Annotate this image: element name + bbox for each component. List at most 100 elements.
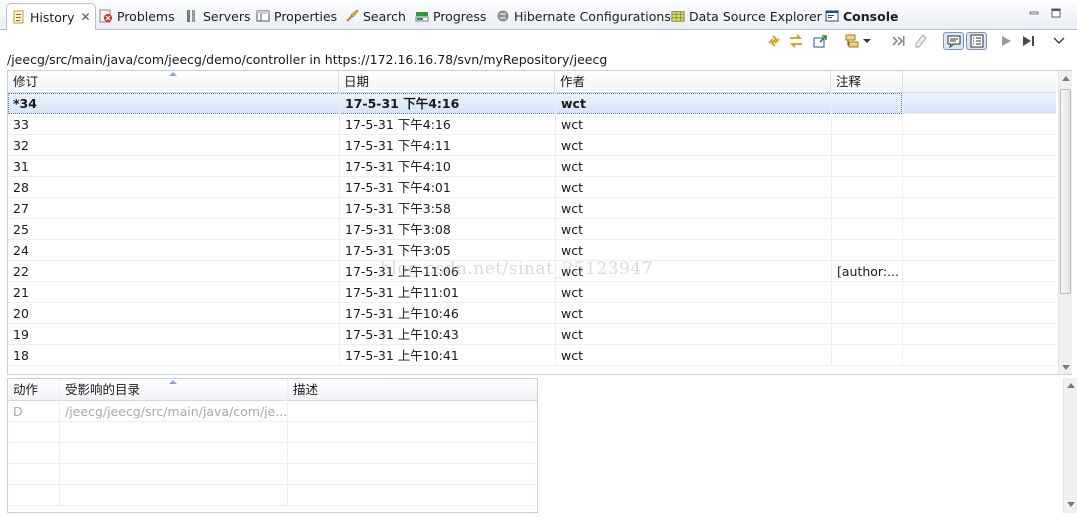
tab-properties-label: Properties xyxy=(274,8,338,24)
column-header-action[interactable]: 动作 xyxy=(8,379,59,401)
compare-mode-icon[interactable] xyxy=(787,32,805,50)
history-toolbar xyxy=(0,30,1077,52)
tab-properties[interactable]: Properties xyxy=(256,4,337,28)
tab-history-label: History xyxy=(30,9,75,25)
comment-cell: [author:... xyxy=(831,261,903,282)
description-cell xyxy=(287,401,537,422)
comment-cell xyxy=(831,177,903,198)
table-row[interactable]: 19 17-5-31 上午10:43 wct xyxy=(8,324,1056,345)
collapse-all-icon[interactable] xyxy=(889,32,907,50)
table-row xyxy=(8,443,537,464)
comment-cell xyxy=(831,93,903,114)
action-cell: D xyxy=(13,404,23,419)
comment-cell xyxy=(831,114,903,135)
comment-cell xyxy=(831,324,903,345)
view-tab-bar: History ✕ Problems Servers Properties Se… xyxy=(0,0,1077,30)
table-row[interactable]: D /jeecg/jeecg/src/main/java/com/je... xyxy=(8,401,537,422)
column-header-author[interactable]: 作者 xyxy=(555,71,831,93)
path-cell: /jeecg/jeecg/src/main/java/com/je... xyxy=(59,401,287,422)
tab-console[interactable]: Console xyxy=(825,4,898,28)
author-cell: wct xyxy=(555,282,831,303)
data-source-icon xyxy=(671,9,685,23)
comment-cell xyxy=(831,282,903,303)
tab-servers-label: Servers xyxy=(203,8,251,24)
close-icon[interactable]: ✕ xyxy=(80,10,90,24)
comment-cell xyxy=(831,345,903,366)
minimize-icon[interactable] xyxy=(1028,7,1040,19)
revision-cell: 24 xyxy=(13,243,29,258)
console-icon xyxy=(825,9,839,23)
tab-problems-label: Problems xyxy=(117,8,175,24)
tab-hibernate-label: Hibernate Configurations xyxy=(514,8,671,24)
date-cell: 17-5-31 上午10:46 xyxy=(339,303,555,324)
group-by-icon[interactable] xyxy=(843,32,861,50)
tab-servers[interactable]: Servers xyxy=(185,4,251,28)
affected-paths-table: 动作 受影响的目录 描述 D /jeecg/jeecg/src/main/jav… xyxy=(7,378,538,513)
scroll-down-icon[interactable] xyxy=(1062,365,1070,370)
author-cell: wct xyxy=(555,219,831,240)
comment-cell xyxy=(831,219,903,240)
export-icon[interactable] xyxy=(811,32,829,50)
table-row[interactable]: 25 17-5-31 下午3:08 wct xyxy=(8,219,1056,240)
date-cell: 17-5-31 上午10:41 xyxy=(339,345,555,366)
chevron-down-icon[interactable] xyxy=(861,32,873,50)
table-row[interactable]: 21 17-5-31 上午11:01 wct xyxy=(8,282,1056,303)
author-cell: wct xyxy=(555,324,831,345)
table-row[interactable]: 31 17-5-31 下午4:10 wct xyxy=(8,156,1056,177)
scrollbar-thumb[interactable] xyxy=(1060,89,1071,294)
date-cell: 17-5-31 下午3:08 xyxy=(339,219,555,240)
tab-history[interactable]: History ✕ xyxy=(6,3,96,30)
table-row xyxy=(8,422,537,443)
revision-table-header: 修订 日期 作者 注释 xyxy=(8,71,1056,93)
author-cell: wct xyxy=(555,135,831,156)
revision-cell: *34 xyxy=(13,96,37,111)
revision-cell: 25 xyxy=(13,222,29,237)
table-row[interactable]: 18 17-5-31 上午10:41 wct xyxy=(8,345,1056,366)
properties-icon xyxy=(256,9,270,23)
show-paths-icon[interactable] xyxy=(966,32,987,50)
link-with-editor-icon[interactable] xyxy=(765,32,783,50)
author-cell: wct xyxy=(555,198,831,219)
play-icon[interactable] xyxy=(997,32,1015,50)
tab-data-source-label: Data Source Explorer xyxy=(689,8,822,24)
scroll-down-icon[interactable] xyxy=(1067,502,1075,507)
tab-search[interactable]: Search xyxy=(345,4,406,28)
table-row[interactable]: 28 17-5-31 下午4:01 wct xyxy=(8,177,1056,198)
table-row[interactable]: 32 17-5-31 下午4:11 wct xyxy=(8,135,1056,156)
revision-cell: 28 xyxy=(13,180,29,195)
column-header-date[interactable]: 日期 xyxy=(339,71,555,93)
revision-table-scrollbar[interactable] xyxy=(1058,71,1072,374)
filter-icon[interactable] xyxy=(911,32,929,50)
tab-progress[interactable]: Progress xyxy=(415,4,486,28)
show-comments-icon[interactable] xyxy=(943,32,964,50)
scroll-up-icon[interactable] xyxy=(1062,76,1070,81)
problems-icon xyxy=(99,9,113,23)
table-row[interactable]: 33 17-5-31 下午4:16 wct xyxy=(8,114,1056,135)
comment-area-scrollbar[interactable] xyxy=(1063,378,1077,513)
tab-console-label: Console xyxy=(843,8,899,24)
view-menu-icon[interactable] xyxy=(1050,32,1068,50)
scroll-up-icon[interactable] xyxy=(1067,383,1075,388)
search-icon xyxy=(345,9,359,23)
revision-cell: 20 xyxy=(13,306,29,321)
tab-data-source-explorer[interactable]: Data Source Explorer xyxy=(671,4,822,28)
author-cell: wct xyxy=(555,114,831,135)
date-cell: 17-5-31 下午4:16 xyxy=(339,114,555,135)
table-row[interactable]: 24 17-5-31 下午3:05 wct xyxy=(8,240,1056,261)
servers-icon xyxy=(185,9,199,23)
table-row[interactable]: 27 17-5-31 下午3:58 wct xyxy=(8,198,1056,219)
progress-icon xyxy=(415,9,429,23)
next-page-icon[interactable] xyxy=(1020,32,1038,50)
watermark-text: blog.csdn.net/sinat_25123947 xyxy=(380,259,653,279)
maximize-icon[interactable] xyxy=(1050,7,1062,19)
column-header-description[interactable]: 描述 xyxy=(287,379,537,401)
table-row[interactable]: 20 17-5-31 上午10:46 wct xyxy=(8,303,1056,324)
tab-hibernate-configurations[interactable]: Hibernate Configurations xyxy=(496,4,671,28)
revision-cell: 22 xyxy=(13,264,29,279)
table-row xyxy=(8,485,537,506)
author-cell: wct xyxy=(555,93,831,114)
tab-problems[interactable]: Problems xyxy=(99,4,175,28)
revision-cell: 27 xyxy=(13,201,29,216)
column-header-comment[interactable]: 注释 xyxy=(831,71,903,93)
table-row[interactable]: *34 17-5-31 下午4:16 wct xyxy=(8,93,1056,114)
